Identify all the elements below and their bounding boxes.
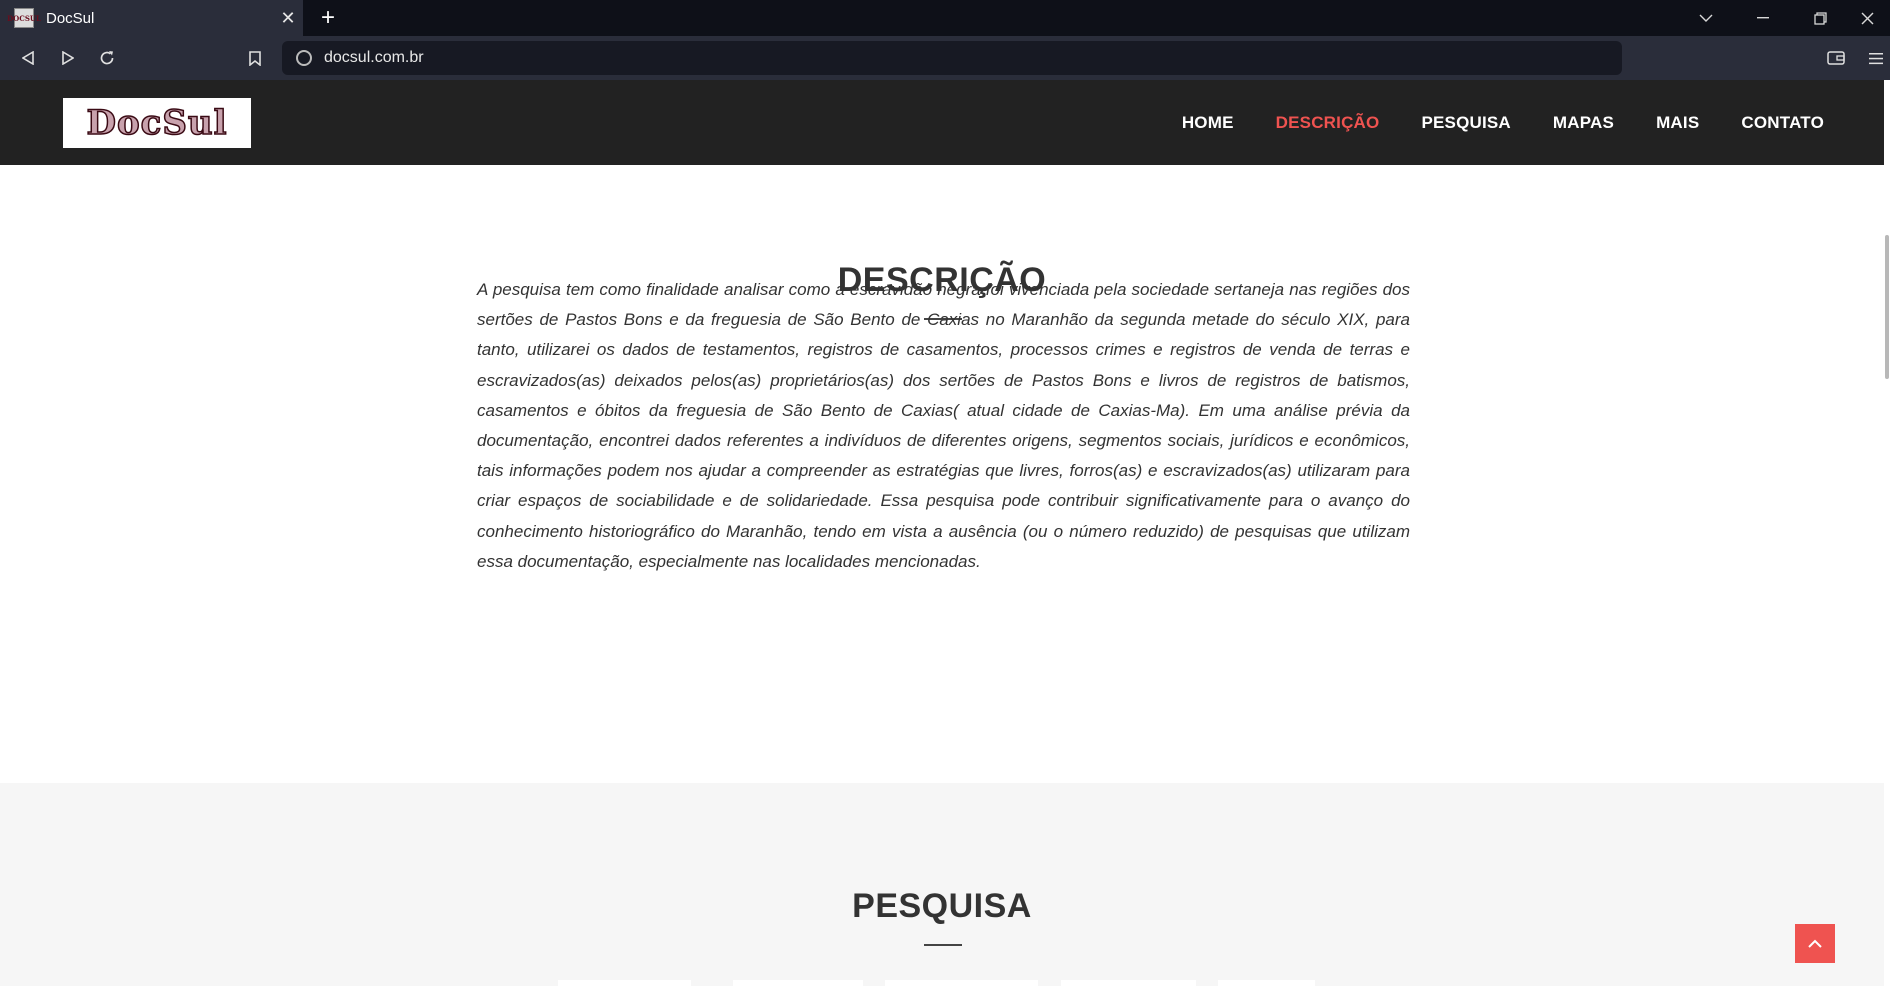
pesquisa-card[interactable] xyxy=(885,980,1038,986)
new-tab-button[interactable]: + xyxy=(314,4,342,32)
descricao-body: A pesquisa tem como finalidade analisar … xyxy=(477,280,1410,571)
minimize-icon[interactable] xyxy=(1735,0,1791,36)
nav-pesquisa[interactable]: PESQUISA xyxy=(1421,113,1510,133)
browser-toolbar: docsul.com.br xyxy=(0,36,1890,80)
back-icon[interactable] xyxy=(14,44,42,72)
address-bar[interactable]: docsul.com.br xyxy=(282,41,1622,75)
title-divider xyxy=(924,944,962,946)
site-logo[interactable]: DocSul xyxy=(63,98,251,148)
descricao-section: DESCRIÇÃO A pesquisa tem como finalidade… xyxy=(0,165,1884,783)
browser-tab[interactable]: DOCSUL DocSul ✕ xyxy=(0,0,303,36)
back-to-top-button[interactable] xyxy=(1795,924,1835,963)
pesquisa-section: PESQUISA xyxy=(0,783,1884,986)
nav-home[interactable]: HOME xyxy=(1182,113,1234,133)
nav-mais[interactable]: MAIS xyxy=(1656,113,1699,133)
menu-icon[interactable] xyxy=(1862,44,1890,72)
main-nav: HOME DESCRIÇÃO PESQUISA MAPAS MAIS CONTA… xyxy=(1140,80,1824,165)
site-header: DocSul HOME DESCRIÇÃO PESQUISA MAPAS MAI… xyxy=(0,80,1884,165)
site-info-icon[interactable] xyxy=(296,50,312,66)
tab-title: DocSul xyxy=(46,9,95,27)
pesquisa-card[interactable] xyxy=(733,980,863,986)
browser-tabbar: DOCSUL DocSul ✕ + xyxy=(0,0,1890,36)
scrollbar-thumb[interactable] xyxy=(1885,235,1889,379)
close-tab-icon[interactable]: ✕ xyxy=(273,8,303,29)
logo-text: DocSul xyxy=(86,102,228,144)
pesquisa-title: PESQUISA xyxy=(852,887,1032,925)
nav-contato[interactable]: CONTATO xyxy=(1741,113,1824,133)
restore-icon[interactable] xyxy=(1792,0,1848,36)
forward-icon[interactable] xyxy=(54,44,82,72)
pesquisa-card[interactable] xyxy=(558,980,691,986)
favicon-text: DOCSUL xyxy=(7,13,41,23)
favicon-icon: DOCSUL xyxy=(7,8,41,28)
page-viewport: DocSul HOME DESCRIÇÃO PESQUISA MAPAS MAI… xyxy=(0,80,1890,986)
nav-mapas[interactable]: MAPAS xyxy=(1553,113,1614,133)
wallet-icon[interactable] xyxy=(1822,44,1850,72)
reload-icon[interactable] xyxy=(93,44,121,72)
chevron-up-icon xyxy=(1808,939,1822,948)
bookmark-icon[interactable] xyxy=(241,44,269,72)
pesquisa-card[interactable] xyxy=(1061,980,1196,986)
url-text[interactable]: docsul.com.br xyxy=(324,49,424,67)
page-scrollbar[interactable] xyxy=(1884,80,1890,986)
close-window-icon[interactable] xyxy=(1844,0,1890,36)
tab-list-chevron-icon[interactable] xyxy=(1678,0,1734,36)
pesquisa-card[interactable] xyxy=(1218,980,1315,986)
nav-descricao[interactable]: DESCRIÇÃO xyxy=(1276,113,1380,133)
